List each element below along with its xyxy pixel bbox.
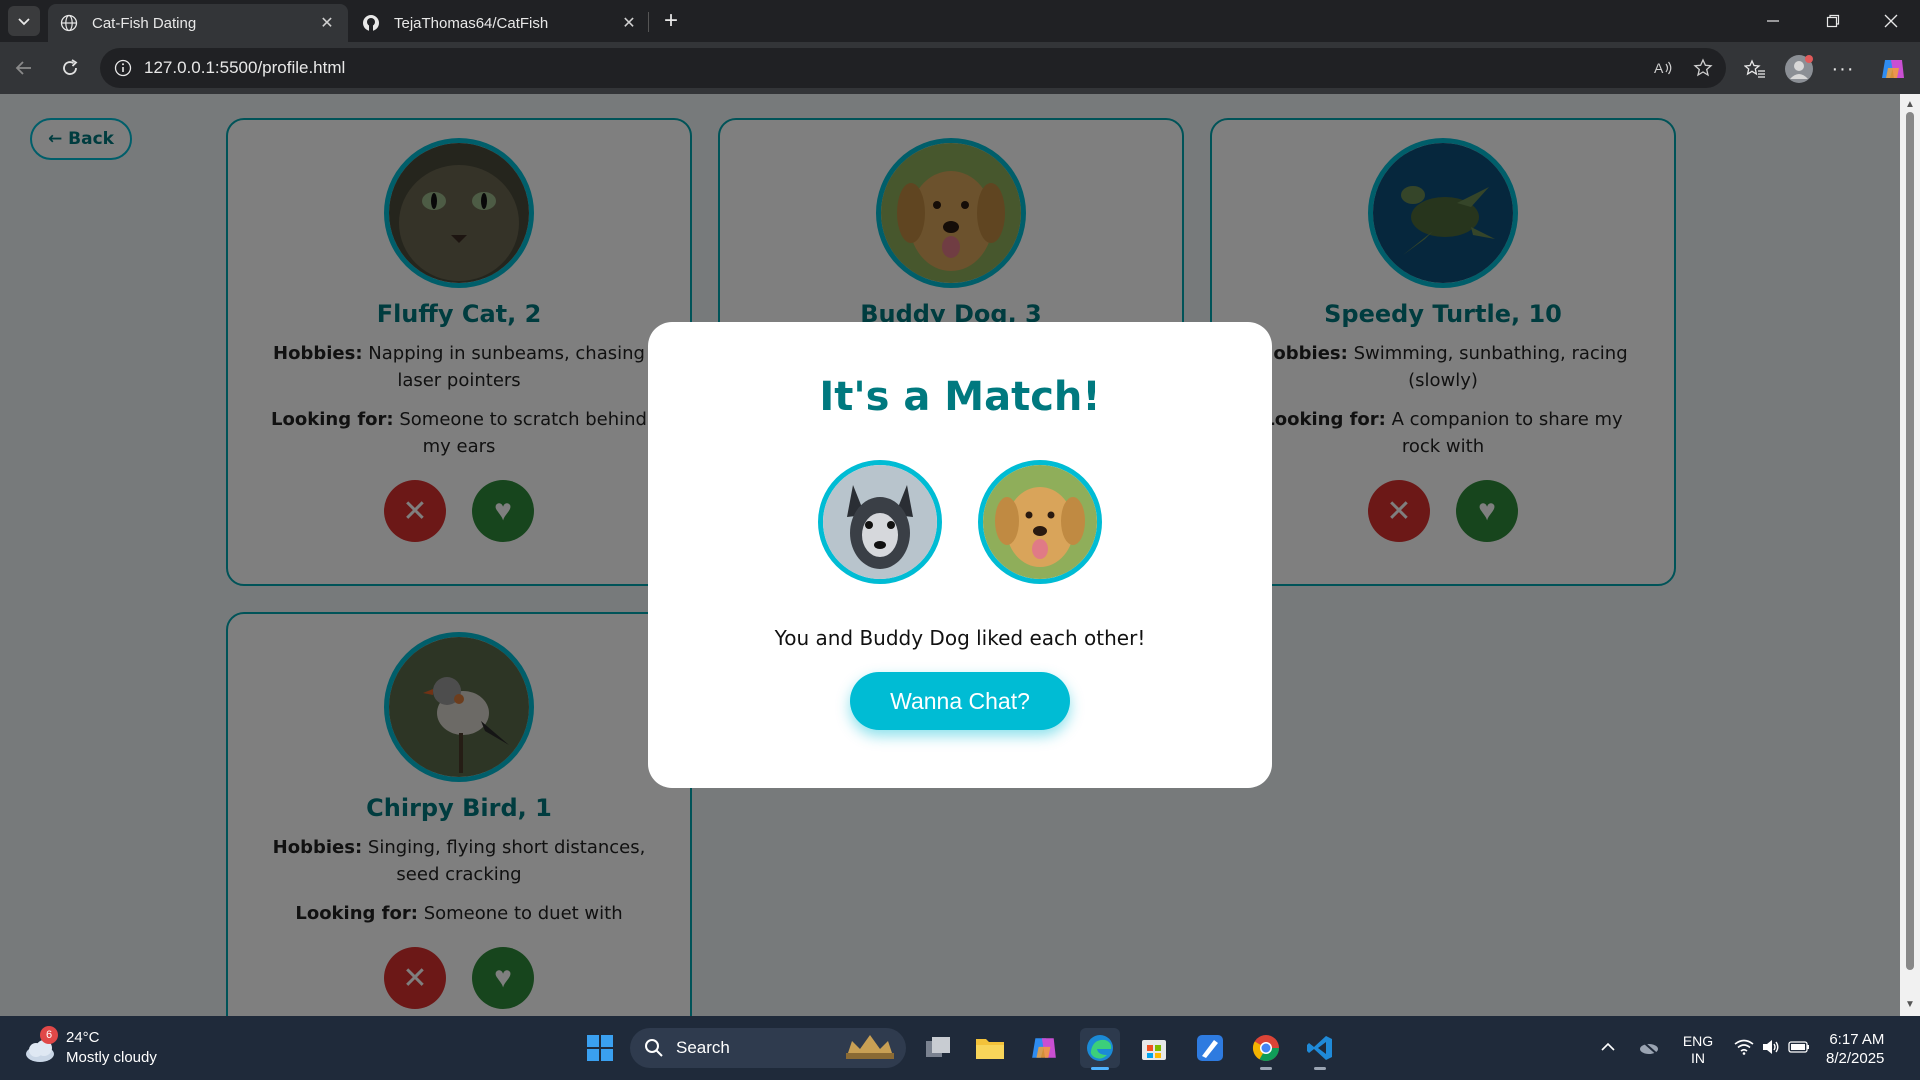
restore-icon xyxy=(1826,14,1840,28)
folder-icon xyxy=(976,1039,1004,1059)
tab-title: TejaThomas64/CatFish xyxy=(394,14,549,32)
search-highlight-icon xyxy=(842,1031,898,1066)
system-clock[interactable]: 6:17 AM 8/2/2025 xyxy=(1826,1030,1884,1068)
favorite-star-icon[interactable] xyxy=(1686,51,1720,85)
search-label: Search xyxy=(676,1038,730,1057)
restore-button[interactable] xyxy=(1804,0,1862,42)
copilot-app-button[interactable] xyxy=(1024,1028,1064,1068)
close-icon xyxy=(1884,14,1898,28)
volume-icon xyxy=(1763,1040,1779,1054)
edge-icon xyxy=(1087,1035,1113,1061)
chrome-icon xyxy=(1252,1035,1280,1062)
edge-browser-button[interactable] xyxy=(1080,1028,1120,1070)
pen-app-icon xyxy=(1197,1035,1223,1061)
chevron-down-icon xyxy=(18,18,30,26)
windows-logo-icon xyxy=(587,1035,613,1061)
buddy-dog-avatar xyxy=(978,460,1102,584)
task-view-icon xyxy=(926,1037,950,1057)
onedrive-tray-icon[interactable] xyxy=(1636,1032,1662,1062)
cloud-weather-icon: 6 xyxy=(22,1026,58,1066)
reload-icon xyxy=(63,59,78,75)
copilot-button[interactable] xyxy=(1876,52,1910,86)
tab-cat-fish-dating[interactable]: Cat-Fish Dating ✕ xyxy=(48,4,348,42)
copilot-icon xyxy=(1032,1038,1056,1058)
match-message: You and Buddy Dog liked each other! xyxy=(774,626,1146,650)
minimize-icon xyxy=(1767,20,1779,22)
weather-badge: 6 xyxy=(40,1026,58,1044)
address-bar[interactable]: 127.0.0.1:5500/profile.html A xyxy=(100,48,1726,88)
language-code: ENG xyxy=(1682,1033,1714,1049)
region-code: IN xyxy=(1691,1050,1705,1066)
site-info-icon[interactable] xyxy=(112,57,134,79)
start-button[interactable] xyxy=(580,1028,620,1068)
vscode-icon xyxy=(1307,1036,1332,1060)
vscode-button[interactable] xyxy=(1300,1028,1340,1070)
favorites-button[interactable] xyxy=(1738,52,1772,86)
running-indicator xyxy=(1314,1067,1326,1070)
chevron-up-icon xyxy=(1601,1042,1615,1051)
wanna-chat-button[interactable]: Wanna Chat? xyxy=(850,672,1070,730)
match-modal: It's a Match! You and Buddy Dog liked ea… xyxy=(648,322,1272,788)
running-indicator xyxy=(1260,1067,1272,1070)
weather-widget[interactable]: 6 24°C Mostly cloudy xyxy=(22,1026,157,1068)
battery-icon xyxy=(1788,1041,1809,1053)
tab-actions-menu-button[interactable] xyxy=(8,6,40,36)
reload-button[interactable] xyxy=(54,52,86,84)
weather-condition: Mostly cloudy xyxy=(66,1049,157,1066)
match-avatars xyxy=(648,460,1272,584)
github-icon xyxy=(360,12,382,34)
task-view-button[interactable] xyxy=(918,1028,958,1068)
more-dots-icon: ··· xyxy=(1831,57,1855,80)
user-dog-avatar xyxy=(818,460,942,584)
wifi-icon xyxy=(1734,1039,1754,1055)
clock-time: 6:17 AM xyxy=(1829,1031,1885,1048)
windows-taskbar: 6 24°C Mostly cloudy Search ENG IN 6:17 … xyxy=(0,1016,1920,1080)
svg-text:A: A xyxy=(1654,60,1664,76)
store-icon xyxy=(1142,1040,1166,1060)
store-button[interactable] xyxy=(1134,1028,1174,1068)
browser-tab-bar: Cat-Fish Dating ✕ TejaThomas64/CatFish ✕… xyxy=(0,0,1920,42)
system-tray-controls[interactable] xyxy=(1730,1032,1814,1062)
tab-title: Cat-Fish Dating xyxy=(92,14,197,32)
copilot-icon xyxy=(1882,60,1904,78)
read-aloud-icon[interactable]: A xyxy=(1646,51,1680,85)
tab-github-repo[interactable]: TejaThomas64/CatFish ✕ xyxy=(350,4,650,42)
close-tab-icon[interactable]: ✕ xyxy=(316,12,338,34)
page-scrollbar[interactable]: ▲ ▼ xyxy=(1900,94,1920,1016)
back-nav-button[interactable] xyxy=(8,52,40,84)
favorites-icon xyxy=(1744,59,1765,78)
arrow-left-icon xyxy=(15,61,31,75)
scroll-thumb[interactable] xyxy=(1906,112,1914,970)
chrome-button[interactable] xyxy=(1246,1028,1286,1070)
address-url: 127.0.0.1:5500/profile.html xyxy=(144,58,346,77)
minimize-button[interactable] xyxy=(1744,0,1802,42)
tab-divider xyxy=(648,12,649,32)
clock-date: 8/2/2025 xyxy=(1826,1050,1885,1067)
taskbar-search[interactable]: Search xyxy=(630,1028,906,1068)
settings-more-button[interactable]: ··· xyxy=(1826,52,1860,86)
profile-avatar-icon xyxy=(1785,55,1813,83)
drawing-app-button[interactable] xyxy=(1190,1028,1230,1068)
temperature: 24°C xyxy=(66,1029,100,1046)
active-indicator xyxy=(1091,1067,1109,1070)
browser-toolbar: 127.0.0.1:5500/profile.html A ··· xyxy=(0,42,1920,94)
close-tab-icon[interactable]: ✕ xyxy=(618,12,640,34)
show-hidden-icons-button[interactable] xyxy=(1598,1032,1618,1062)
profile-button[interactable] xyxy=(1782,52,1816,86)
match-title: It's a Match! xyxy=(819,374,1101,420)
file-explorer-button[interactable] xyxy=(970,1028,1010,1068)
new-tab-button[interactable]: + xyxy=(656,6,686,36)
scroll-up-arrow-icon[interactable]: ▲ xyxy=(1904,98,1916,110)
scroll-down-arrow-icon[interactable]: ▼ xyxy=(1904,998,1916,1010)
close-window-button[interactable] xyxy=(1862,0,1920,42)
search-icon xyxy=(645,1039,663,1057)
language-indicator[interactable]: ENG IN xyxy=(1680,1032,1716,1068)
globe-icon xyxy=(58,12,80,34)
